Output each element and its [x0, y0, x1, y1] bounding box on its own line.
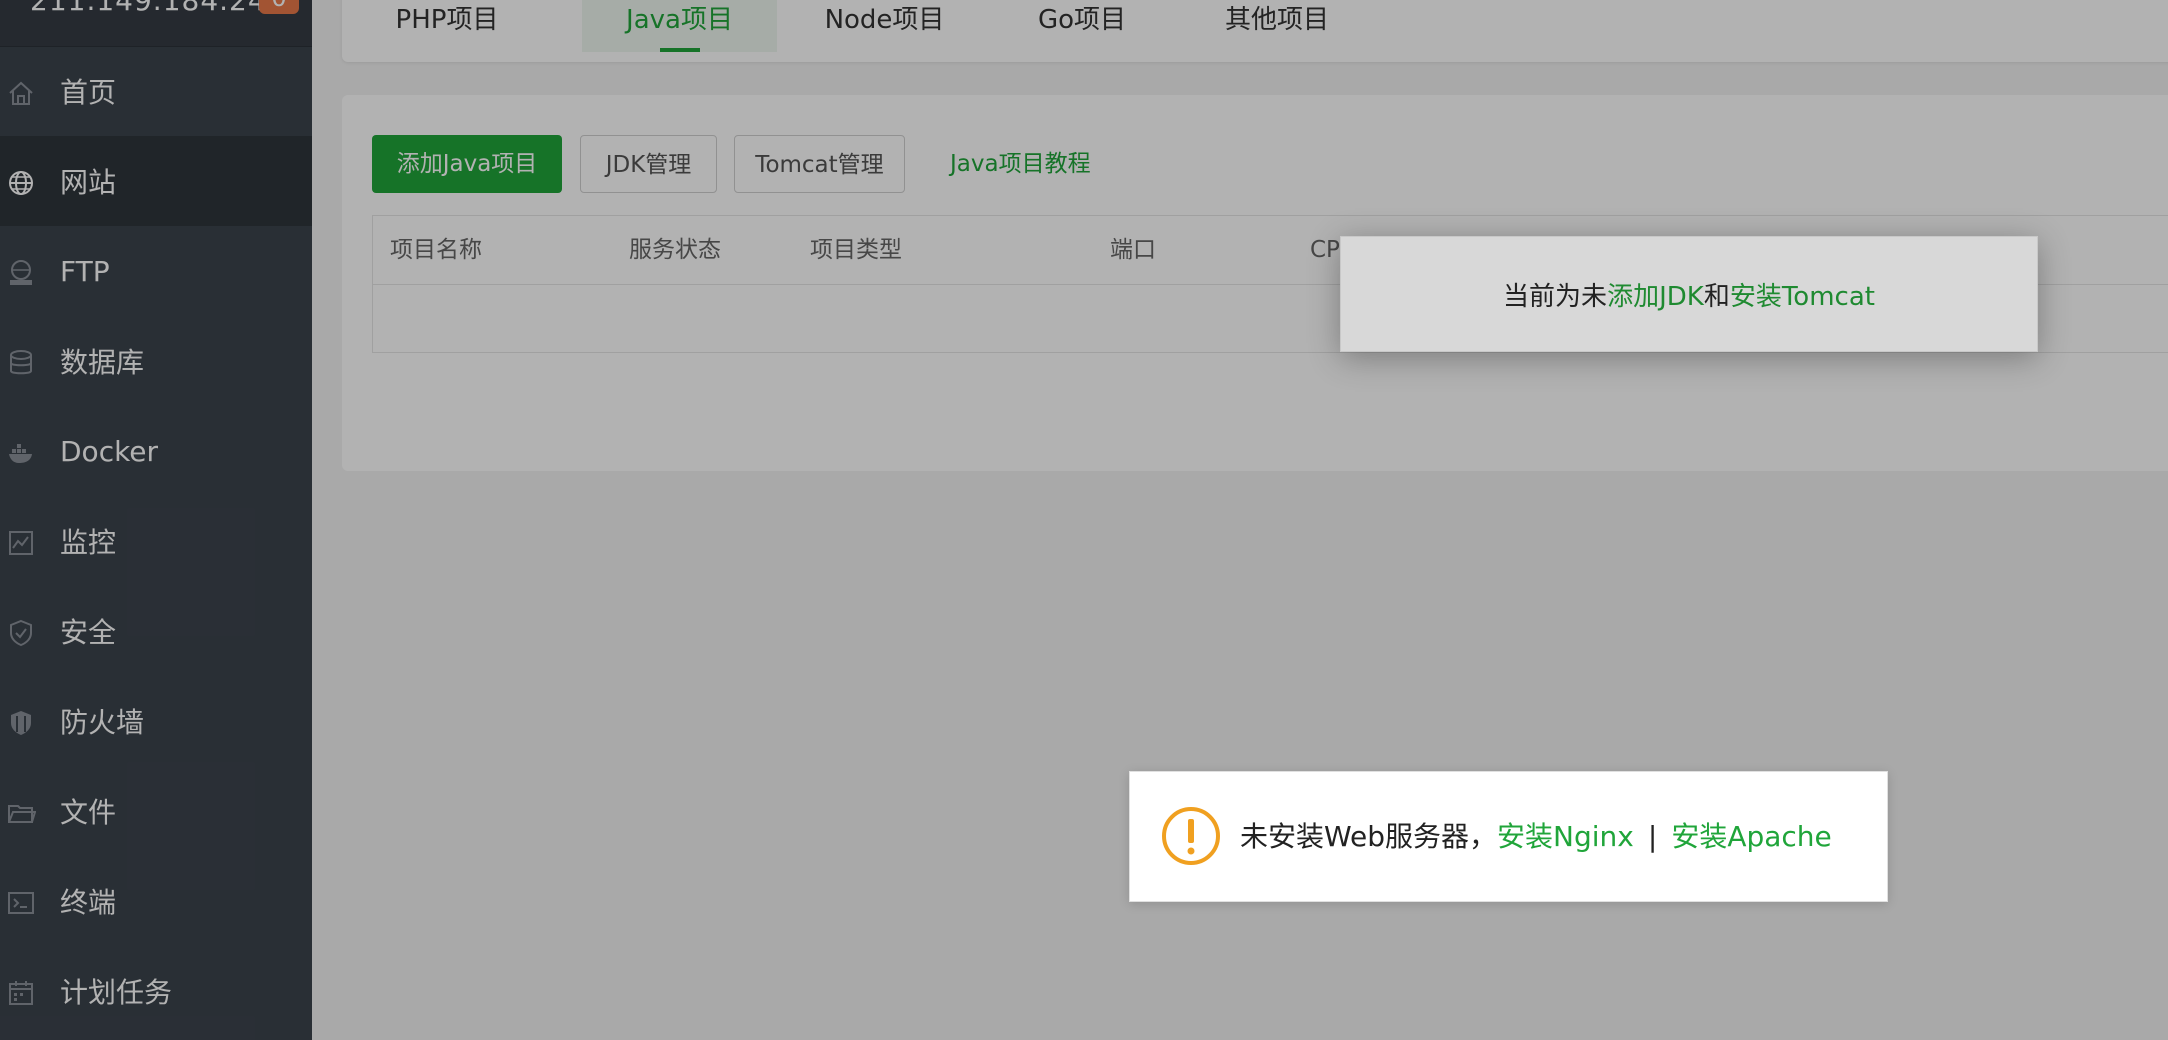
jdk-tomcat-notice: 当前为未 添加JDK 和安装Tomcat [1340, 236, 2038, 352]
warning-icon [1160, 805, 1222, 867]
link-separator: | [1647, 820, 1658, 853]
web-server-warning-dialog: 未安装Web服务器，安装Nginx | 安装Apache [1129, 771, 1888, 902]
warning-message: 未安装Web服务器，安装Nginx | 安装Apache [1240, 772, 1832, 901]
install-tomcat-link[interactable]: 安装Tomcat [1730, 276, 1875, 313]
notice-text: 当前为未 [1503, 281, 1608, 312]
notice-text: 和 [1703, 281, 1730, 312]
install-nginx-link[interactable]: 安装Nginx [1497, 820, 1634, 853]
warning-text: 未安装Web服务器， [1240, 820, 1498, 853]
install-apache-link[interactable]: 安装Apache [1671, 820, 1831, 853]
add-jdk-link[interactable]: 添加JDK [1607, 276, 1704, 313]
